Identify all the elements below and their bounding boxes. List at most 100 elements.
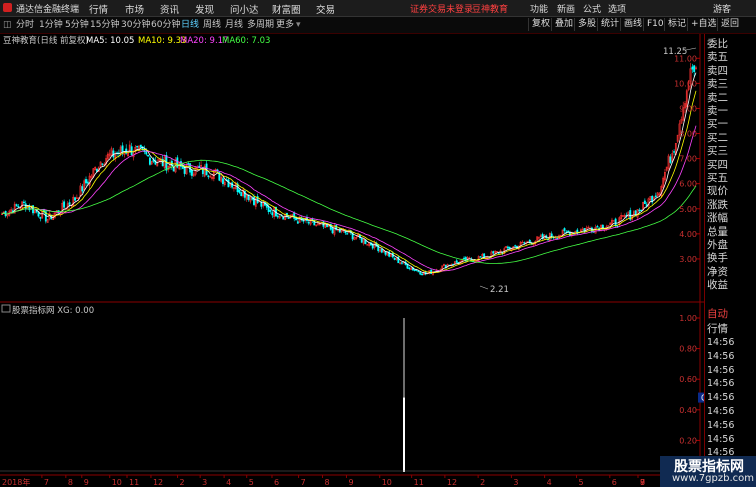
- auto-label[interactable]: 自动: [707, 306, 728, 321]
- x-axis-month: 10: [112, 478, 122, 487]
- tab-period-monthly[interactable]: 月线: [225, 18, 243, 32]
- price-tick-label: 4.00: [679, 230, 697, 239]
- low-price-label: 2.21: [490, 285, 509, 295]
- high-price-label: 11.25: [663, 47, 687, 57]
- moving-average-lines: [1, 47, 697, 290]
- price-tick-label: 9.00: [679, 104, 697, 113]
- x-axis-month: 8: [325, 478, 330, 487]
- x-axis-month: 2: [180, 478, 185, 487]
- menu-item-wealth-circle[interactable]: 财富圈: [272, 2, 301, 16]
- menu-item-trade[interactable]: 交易: [316, 2, 335, 16]
- menu-item-market[interactable]: 市场: [125, 2, 144, 16]
- tab-period-multi[interactable]: 多周期: [247, 18, 274, 32]
- tab-period-30min[interactable]: 30分钟: [121, 18, 150, 32]
- x-axis-month: 9: [84, 478, 89, 487]
- quote-side-panel: 委比 卖五 卖四 卖三 卖二 卖一 买一 买二 买三 买四 买五 现价 涨跌 涨幅 总量 外盘 换手 净资 收益 自…: [704, 34, 756, 487]
- kline-chart[interactable]: 11.0010.009.008.007.006.005.004.003.001.…: [0, 34, 704, 487]
- menu-options[interactable]: 选项: [608, 2, 626, 15]
- tick-time-2: 14:56: [707, 364, 735, 376]
- tab-period-daily[interactable]: 日线: [181, 18, 199, 32]
- chart-title: 豆神教育(日线 前复权): [3, 35, 89, 46]
- site-watermark: 股票指标网 www.7gpzb.com: [660, 456, 756, 487]
- ma60-label: MA60: 7.03: [222, 36, 270, 46]
- x-axis-month: 11: [129, 478, 139, 487]
- x-axis-month: 12: [447, 478, 457, 487]
- statistics-button[interactable]: 统计: [597, 18, 622, 31]
- tab-period-weekly[interactable]: 周线: [203, 18, 221, 32]
- price-tick-label: 10.00: [674, 79, 697, 88]
- menu-item-assistant[interactable]: 问小达: [230, 2, 259, 16]
- indicator-title: 股票指标网 XG: 0.00: [12, 305, 94, 316]
- tick-time-0: 14:56: [707, 337, 735, 348]
- indicator-panel: [0, 318, 700, 472]
- indicator-tick-label: 0.40: [679, 406, 697, 415]
- x-axis-month: 9: [640, 478, 645, 487]
- price-tick-label: 8.00: [679, 130, 697, 139]
- more-dropdown-icon[interactable]: ▾: [296, 18, 301, 32]
- x-axis-month: 5: [249, 478, 254, 487]
- x-axis-month: 12: [153, 478, 163, 487]
- price-tick-label: 3.00: [679, 255, 697, 264]
- tab-period-5min[interactable]: 5分钟: [65, 18, 89, 32]
- draw-line-button[interactable]: 画线: [620, 18, 645, 31]
- x-axis-month: 4: [547, 478, 552, 487]
- tab-period-15min[interactable]: 15分钟: [90, 18, 119, 32]
- price-tick-label: 7.00: [679, 155, 697, 164]
- tick-time-4: 14:56: [707, 392, 735, 404]
- ma5-label: MA5: 10.05: [86, 36, 134, 46]
- x-axis-month: 5: [579, 478, 584, 487]
- trade-login-notice[interactable]: 证券交易未登录: [410, 2, 473, 15]
- x-axis-month: 10: [382, 478, 392, 487]
- x-axis-month: 4: [226, 478, 231, 487]
- indicator-settings-icon[interactable]: [1, 304, 11, 313]
- x-axis-month: 6: [612, 478, 617, 487]
- menu-item-discover[interactable]: 发现: [195, 2, 214, 16]
- tab-period-more[interactable]: 更多: [276, 18, 294, 32]
- x-axis-month: 7: [44, 478, 49, 487]
- side-label-18: 收益: [707, 279, 728, 292]
- tick-time-3: 14:56: [707, 378, 735, 390]
- indicator-tick-label: 0.60: [679, 375, 697, 384]
- app-logo-icon: [3, 3, 12, 12]
- chart-grid: [0, 34, 704, 487]
- add-watchlist-button[interactable]: +自选: [687, 18, 720, 31]
- x-axis-month: 11: [414, 478, 424, 487]
- quote-label[interactable]: 行情: [707, 321, 728, 336]
- date-axis: 2018年 7 8 9 10 11 12 2 3 4 5 6 7 8 9 10 11 12 2 3 4 5 6 789: [2, 475, 645, 487]
- x-axis-month: 2: [480, 478, 485, 487]
- window-stock-title: 豆神教育: [472, 5, 509, 15]
- x-axis-month: 3: [202, 478, 207, 487]
- x-axis-month: 8: [68, 478, 73, 487]
- toggle-panel-icon[interactable]: ◫: [3, 18, 12, 32]
- price-tick-label: 5.00: [679, 205, 697, 214]
- indicator-tick-label: 1.00: [679, 314, 697, 323]
- x-axis-year: 2018年: [2, 477, 30, 487]
- overlay-button[interactable]: 叠加: [551, 18, 576, 31]
- indicator-tick-label: 0.80: [679, 345, 697, 354]
- tab-period-1min[interactable]: 1分钟: [39, 18, 63, 32]
- menu-item-quotes[interactable]: 行情: [89, 2, 108, 16]
- tab-period-timeshare[interactable]: 分时: [16, 18, 34, 32]
- mark-button[interactable]: 标记: [664, 18, 689, 31]
- period-toolbar: ◫ 分时 1分钟 5分钟 15分钟 30分钟 60分钟 日线 周线 月线 多周期…: [0, 17, 756, 34]
- candlestick-series: [1, 62, 697, 276]
- tick-time-1: 14:56: [707, 350, 735, 362]
- x-axis-month: 3: [513, 478, 518, 487]
- user-guest[interactable]: 游客: [713, 2, 731, 15]
- price-tick-label: 6.00: [679, 180, 697, 189]
- tick-time-5: 14:56: [707, 406, 735, 417]
- x-axis-month: 6: [274, 478, 279, 487]
- app-title: 通达信金融终端: [16, 5, 80, 15]
- menu-news-feed[interactable]: 新画: [557, 2, 575, 15]
- menu-function[interactable]: 功能: [530, 2, 548, 15]
- tab-period-60min[interactable]: 60分钟: [151, 18, 180, 32]
- indicator-tick-label: 0.20: [679, 436, 697, 445]
- restore-rights-button[interactable]: 复权: [528, 18, 553, 31]
- menu-item-news[interactable]: 资讯: [160, 2, 179, 16]
- multi-stock-button[interactable]: 多股: [574, 18, 599, 31]
- menu-formula[interactable]: 公式: [583, 2, 601, 15]
- x-axis-month: 9: [348, 478, 353, 487]
- back-button[interactable]: 返回: [717, 18, 742, 31]
- menu-bar: 通达信金融终端 行情 市场 资讯 发现 问小达 财富圈 交易 证券交易未登录 豆…: [0, 0, 756, 17]
- x-axis-month: 7: [301, 478, 306, 487]
